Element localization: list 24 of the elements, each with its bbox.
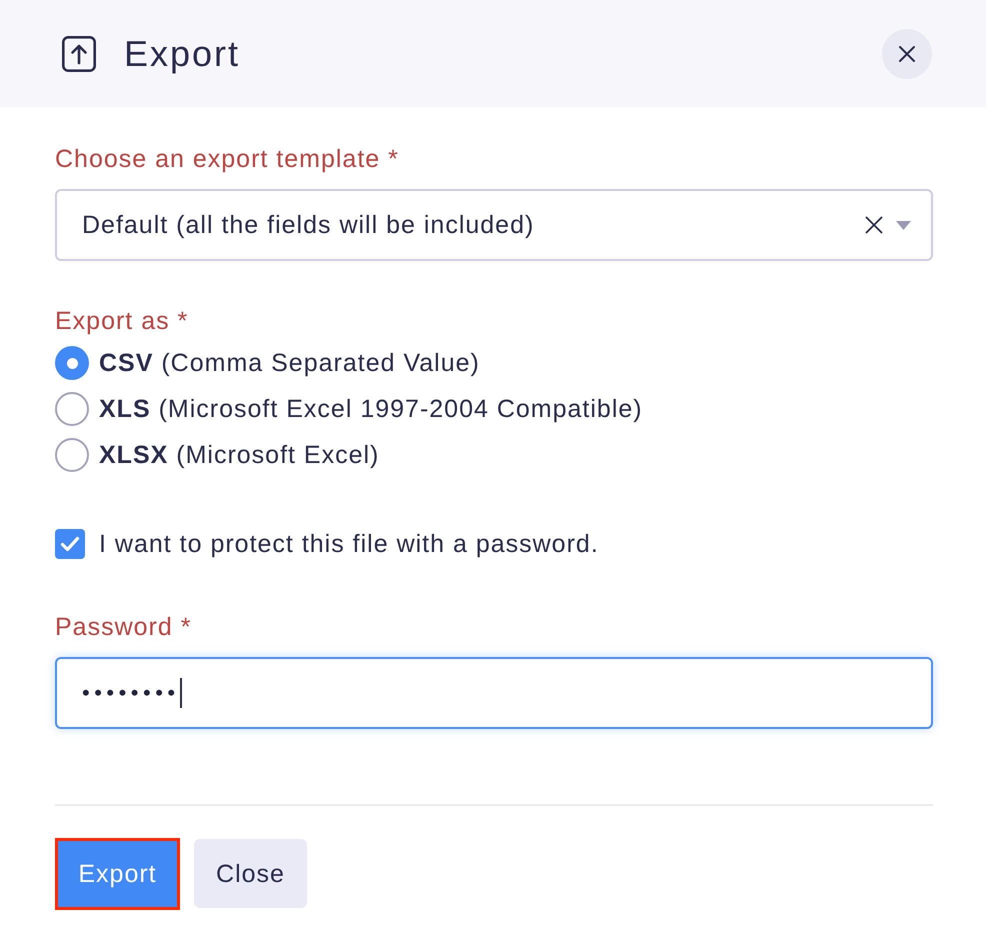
dialog-title: Export [124, 32, 240, 76]
radio-label: XLSX (Microsoft Excel) [99, 440, 380, 470]
dropdown-caret-icon[interactable] [896, 220, 911, 230]
field-label: Choose an export template * [55, 144, 399, 174]
close-icon[interactable] [898, 44, 916, 62]
radio-label: XLS (Microsoft Excel 1997-2004 Compatible) [99, 394, 643, 424]
export-icon [62, 36, 96, 72]
close-button[interactable] [882, 28, 932, 78]
radio-button[interactable] [55, 392, 89, 426]
radio-label: CSV (Comma Separated Value) [99, 348, 480, 378]
field-label: Password * [55, 612, 192, 642]
password-value: •••••••• [82, 679, 180, 707]
checkbox[interactable] [55, 529, 85, 559]
clear-icon[interactable] [865, 216, 883, 234]
radio-button[interactable] [55, 346, 89, 380]
radio-button[interactable] [55, 438, 89, 472]
field-label: Export as * [55, 306, 188, 336]
template-select[interactable]: Default (all the fields will be included) [55, 189, 933, 261]
password-field[interactable]: •••••••• [55, 657, 933, 729]
close-button[interactable]: Close [194, 839, 307, 908]
select-value: Default (all the fields will be included) [82, 210, 536, 240]
checkbox-label: I want to protect this file with a password. [99, 529, 599, 559]
text-cursor [180, 678, 182, 708]
checkmark-icon [60, 536, 80, 552]
